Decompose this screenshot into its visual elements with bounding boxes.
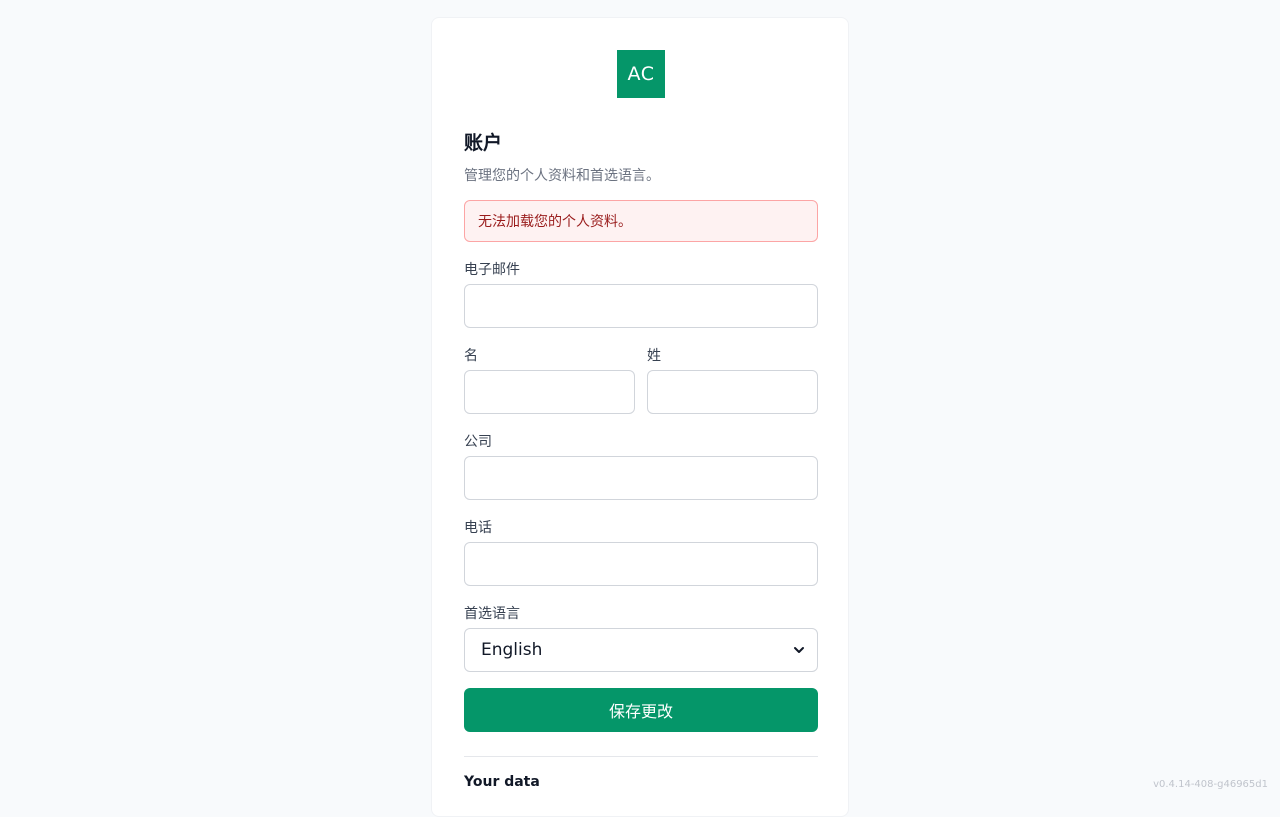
error-alert-message: 无法加载您的个人资料。 xyxy=(478,211,632,231)
first-name-field[interactable] xyxy=(464,370,635,414)
chevron-down-icon xyxy=(793,644,805,656)
page-subtitle: 管理您的个人资料和首选语言。 xyxy=(464,165,660,185)
save-changes-button[interactable]: 保存更改 xyxy=(464,688,818,732)
company-field[interactable] xyxy=(464,456,818,500)
language-selected-value: English xyxy=(481,640,793,660)
first-name-label: 名 xyxy=(464,345,478,365)
phone-field[interactable] xyxy=(464,542,818,586)
last-name-field[interactable] xyxy=(647,370,818,414)
email-label: 电子邮件 xyxy=(464,259,520,279)
language-select[interactable]: English xyxy=(464,628,818,672)
version-label: v0.4.14-408-g46965d1 xyxy=(1153,779,1268,790)
error-alert: 无法加载您的个人资料。 xyxy=(464,200,818,242)
last-name-label: 姓 xyxy=(647,345,661,365)
email-field[interactable] xyxy=(464,284,818,328)
company-label: 公司 xyxy=(464,431,492,451)
language-label: 首选语言 xyxy=(464,603,520,623)
account-card: AC 账户 管理您的个人资料和首选语言。 无法加载您的个人资料。 电子邮件 名 … xyxy=(431,17,849,817)
company-logo: AC xyxy=(617,50,665,98)
your-data-heading: Your data xyxy=(464,774,540,790)
phone-label: 电话 xyxy=(464,517,492,537)
section-divider xyxy=(464,756,818,757)
page-title: 账户 xyxy=(464,128,502,155)
